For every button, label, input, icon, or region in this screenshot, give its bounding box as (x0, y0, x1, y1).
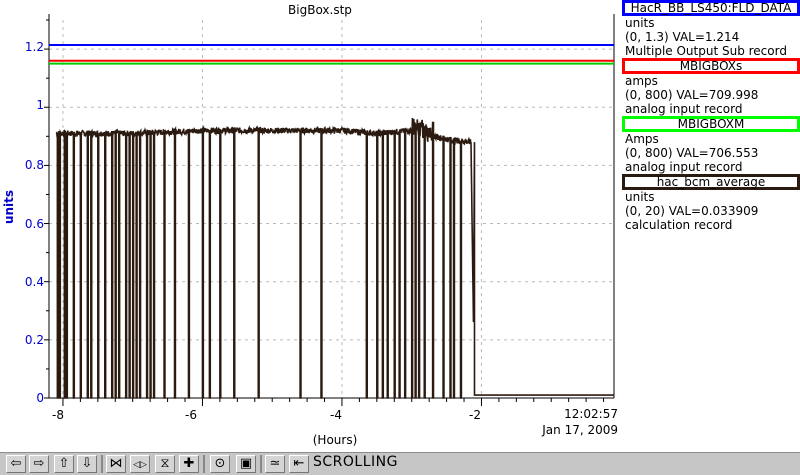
scroll-up-icon: ⇧ (58, 456, 70, 471)
legend-range: (0, 800) VAL=706.553 (625, 146, 759, 160)
compress-y-icon: ⧖ (160, 456, 170, 471)
legend-range: (0, 1.3) VAL=1.214 (625, 30, 740, 44)
toolbar-separator (203, 455, 205, 473)
compress-x-icon: ⋈ (109, 456, 123, 471)
legend-range: (0, 800) VAL=709.998 (625, 88, 759, 102)
expand-x-button[interactable]: ◁▷ (130, 455, 150, 473)
zoom-out-icon: ▣ (239, 456, 253, 471)
toolbar-separator (101, 455, 103, 473)
legend-record: Multiple Output Sub record (625, 44, 787, 58)
zoom-in-icon: ⊙ (214, 456, 226, 471)
legend-name-box[interactable]: HacR_BB_LS450:FLD_DATA (622, 0, 800, 16)
zoom-out-button[interactable]: ▣ (236, 455, 256, 473)
legend-entry-bcm-average[interactable]: hac_bcm_average units (0, 20) VAL=0.0339… (621, 174, 800, 232)
expand-y-icon: ✚ (183, 456, 195, 471)
zoom-in-button[interactable]: ⊙ (210, 455, 230, 473)
auto-scale-button[interactable]: ≃ (265, 455, 285, 473)
plot-area[interactable]: BigBox.stp units 0 0.2 0.4 0.6 0.8 1 1.2… (0, 0, 620, 452)
legend-entry-mbigboxm[interactable]: MBIGBOXM Amps (0, 800) VAL=706.553 analo… (621, 116, 800, 174)
legend-entry-fld-data[interactable]: HacR_BB_LS450:FLD_DATA units (0, 1.3) VA… (621, 0, 800, 58)
legend-record: analog input record (625, 160, 743, 174)
legend-panel: HacR_BB_LS450:FLD_DATA units (0, 1.3) VA… (621, 0, 800, 452)
expand-y-button[interactable]: ✚ (179, 455, 199, 473)
toolbar: ⇦ ⇨ ⇧ ⇩ ⋈ ◁▷ ⧖ ✚ ⊙ ▣ ≃ ⇤ SCROLLING (0, 452, 800, 475)
legend-units: units (625, 190, 655, 204)
legend-entry-mbigboxs[interactable]: MBIGBOXs amps (0, 800) VAL=709.998 analo… (621, 58, 800, 116)
legend-name-box[interactable]: MBIGBOXs (622, 58, 800, 74)
series-line-hac-bcm-average (55, 117, 614, 399)
legend-units: Amps (625, 132, 659, 146)
legend-name-box[interactable]: MBIGBOXM (622, 116, 800, 132)
legend-units: units (625, 16, 655, 30)
scroll-left-icon: ⇦ (10, 456, 22, 471)
expand-x-icon: ◁▷ (133, 460, 147, 470)
scroll-left-button[interactable]: ⇦ (6, 455, 26, 473)
scroll-mode-button[interactable]: ⇤ (289, 455, 309, 473)
scroll-mode-icon: ⇤ (293, 456, 305, 471)
legend-range: (0, 20) VAL=0.033909 (625, 204, 759, 218)
legend-record: analog input record (625, 102, 743, 116)
legend-units: amps (625, 74, 658, 88)
scroll-right-icon: ⇨ (33, 456, 45, 471)
compress-y-button[interactable]: ⧖ (155, 455, 175, 473)
auto-scale-icon: ≃ (269, 456, 281, 471)
legend-record: calculation record (625, 218, 733, 232)
scroll-status: SCROLLING (313, 454, 398, 470)
series-layer (49, 44, 614, 399)
toolbar-separator (260, 455, 262, 473)
scroll-down-button[interactable]: ⇩ (77, 455, 97, 473)
strip-chart[interactable] (0, 0, 620, 452)
legend-name-box[interactable]: hac_bcm_average (622, 174, 800, 190)
scroll-right-button[interactable]: ⇨ (29, 455, 49, 473)
scroll-up-button[interactable]: ⇧ (54, 455, 74, 473)
scroll-down-icon: ⇩ (81, 456, 93, 471)
compress-x-button[interactable]: ⋈ (106, 455, 126, 473)
